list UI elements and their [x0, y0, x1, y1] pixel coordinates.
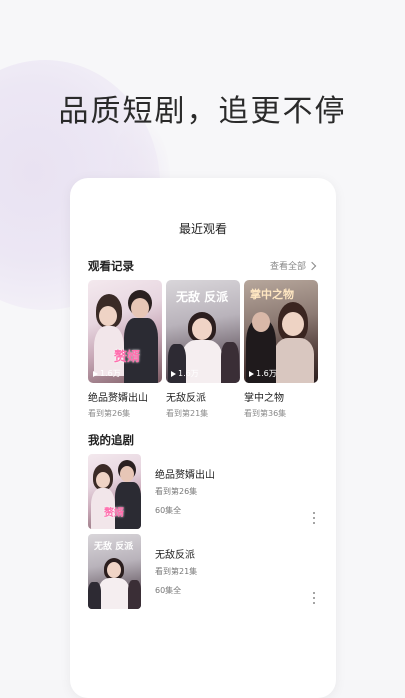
following-item[interactable]: 无敌 反派 无敌反派 看到第21集 60集全 — [88, 534, 318, 610]
row-progress: 看到第26集 — [155, 487, 198, 496]
following-item[interactable]: 赘婿 绝品赘婿出山 看到第26集 60集全 — [88, 454, 318, 530]
poster-image: 掌中之物 1.6万 — [244, 280, 318, 383]
chevron-right-icon — [307, 261, 317, 270]
following-section-title: 我的追剧 — [88, 433, 134, 447]
more-options-icon[interactable] — [310, 592, 318, 604]
poster-title-art: 无敌 反派 — [94, 542, 134, 552]
card-title: 绝品赘婿出山 — [88, 393, 148, 404]
play-icon — [249, 370, 254, 377]
row-episodes: 60集全 — [155, 586, 182, 595]
poster-title-art: 赘婿 — [104, 508, 124, 519]
phone-screen: 最近观看 观看记录 查看全部 赘婿 1.6万 绝品赘婿出山 看到第26集 无敌 … — [70, 178, 336, 698]
row-title: 绝品赘婿出山 — [155, 470, 215, 481]
row-title: 无敌反派 — [155, 550, 195, 561]
play-icon — [93, 370, 98, 377]
play-count: 1.6万 — [171, 368, 199, 379]
card-progress: 看到第26集 — [88, 409, 131, 418]
card-progress: 看到第21集 — [166, 409, 209, 418]
card-title: 无敌反派 — [166, 393, 206, 404]
history-card[interactable]: 掌中之物 1.6万 掌中之物 看到第36集 — [244, 280, 318, 419]
poster-title-art: 无敌 反派 — [176, 290, 229, 304]
poster-image: 无敌 反派 — [88, 534, 141, 609]
history-card[interactable]: 无敌 反派 1.6万 无敌反派 看到第21集 — [166, 280, 240, 419]
view-all-label: 查看全部 — [270, 262, 307, 272]
poster-image: 无敌 反派 1.6万 — [166, 280, 240, 383]
history-card[interactable]: 赘婿 1.6万 绝品赘婿出山 看到第26集 — [88, 280, 162, 419]
play-count: 1.6万 — [249, 368, 277, 379]
play-count: 1.6万 — [93, 368, 121, 379]
history-section-title: 观看记录 — [88, 259, 134, 273]
row-episodes: 60集全 — [155, 506, 182, 515]
play-icon — [171, 370, 176, 377]
poster-title-art: 赘婿 — [114, 350, 141, 365]
row-progress: 看到第21集 — [155, 567, 198, 576]
poster-image: 赘婿 1.6万 — [88, 280, 162, 383]
more-options-icon[interactable] — [310, 512, 318, 524]
card-progress: 看到第36集 — [244, 409, 287, 418]
page-title: 最近观看 — [178, 222, 227, 236]
view-all-link[interactable]: 查看全部 — [270, 259, 317, 272]
poster-title-art: 掌中之物 — [250, 288, 294, 301]
card-title: 掌中之物 — [244, 393, 284, 404]
poster-image: 赘婿 — [88, 454, 141, 529]
headline: 品质短剧，追更不停 — [58, 94, 347, 129]
